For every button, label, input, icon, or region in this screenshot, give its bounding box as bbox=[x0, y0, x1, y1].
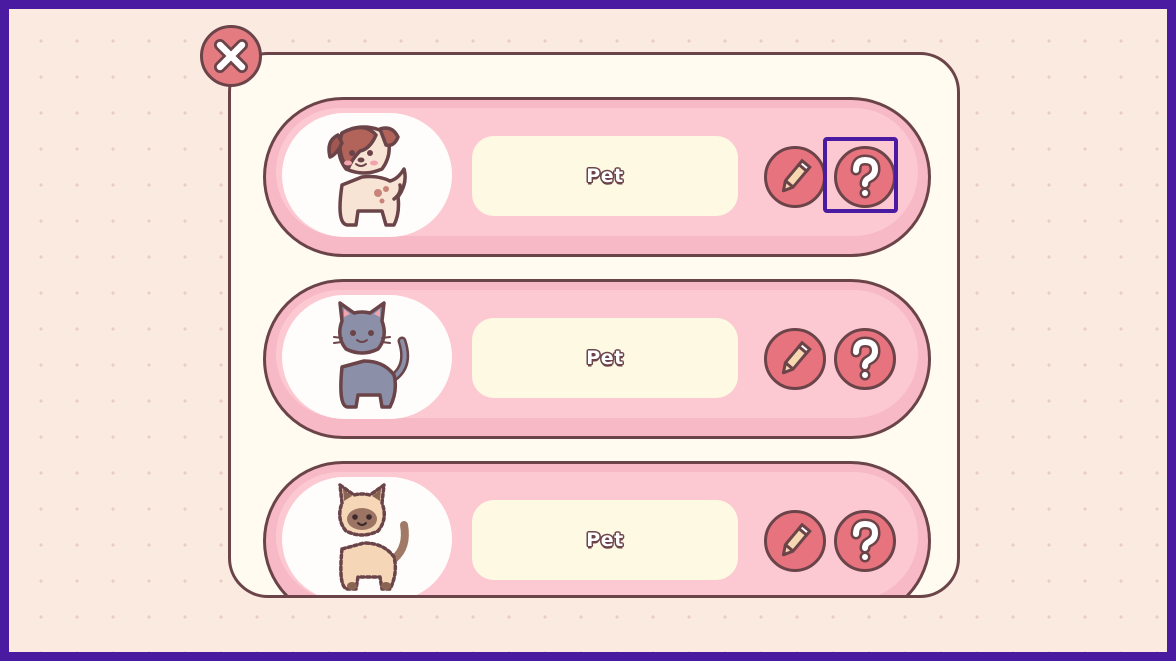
pet-name-field[interactable]: Pet bbox=[472, 136, 738, 216]
pet-info-help-button[interactable] bbox=[834, 146, 896, 208]
pet-name-label: Pet bbox=[586, 529, 624, 551]
pet-name-field[interactable]: Pet bbox=[472, 318, 738, 398]
close-x-icon bbox=[214, 39, 248, 73]
game-screen: Pet Pet Pet bbox=[0, 0, 1176, 661]
pet-name-field[interactable]: Pet bbox=[472, 500, 738, 580]
siamese-cat-icon bbox=[338, 483, 409, 591]
pet-avatar[interactable] bbox=[282, 113, 452, 237]
gray-cat-icon bbox=[333, 301, 410, 409]
close-button[interactable] bbox=[200, 25, 262, 87]
pet-name-label: Pet bbox=[586, 165, 624, 187]
pet-info-help-button[interactable] bbox=[834, 510, 896, 572]
pet-card: Pet bbox=[263, 461, 931, 595]
question-mark-icon bbox=[850, 154, 881, 199]
pet-info-help-button[interactable] bbox=[834, 328, 896, 390]
question-mark-icon bbox=[850, 518, 881, 563]
pencil-icon bbox=[781, 158, 812, 193]
pencil-icon bbox=[781, 340, 812, 375]
pet-list-panel: Pet Pet Pet bbox=[228, 52, 960, 598]
edit-name-button[interactable] bbox=[764, 510, 826, 572]
pet-name-label: Pet bbox=[586, 347, 624, 369]
question-mark-icon bbox=[850, 336, 881, 381]
pet-card: Pet bbox=[263, 279, 931, 439]
pet-card: Pet bbox=[263, 97, 931, 257]
pet-avatar[interactable] bbox=[282, 295, 452, 419]
pencil-icon bbox=[781, 522, 812, 557]
edit-name-button[interactable] bbox=[764, 328, 826, 390]
pet-avatar[interactable] bbox=[282, 477, 452, 595]
dog-icon bbox=[327, 125, 407, 227]
edit-name-button[interactable] bbox=[764, 146, 826, 208]
